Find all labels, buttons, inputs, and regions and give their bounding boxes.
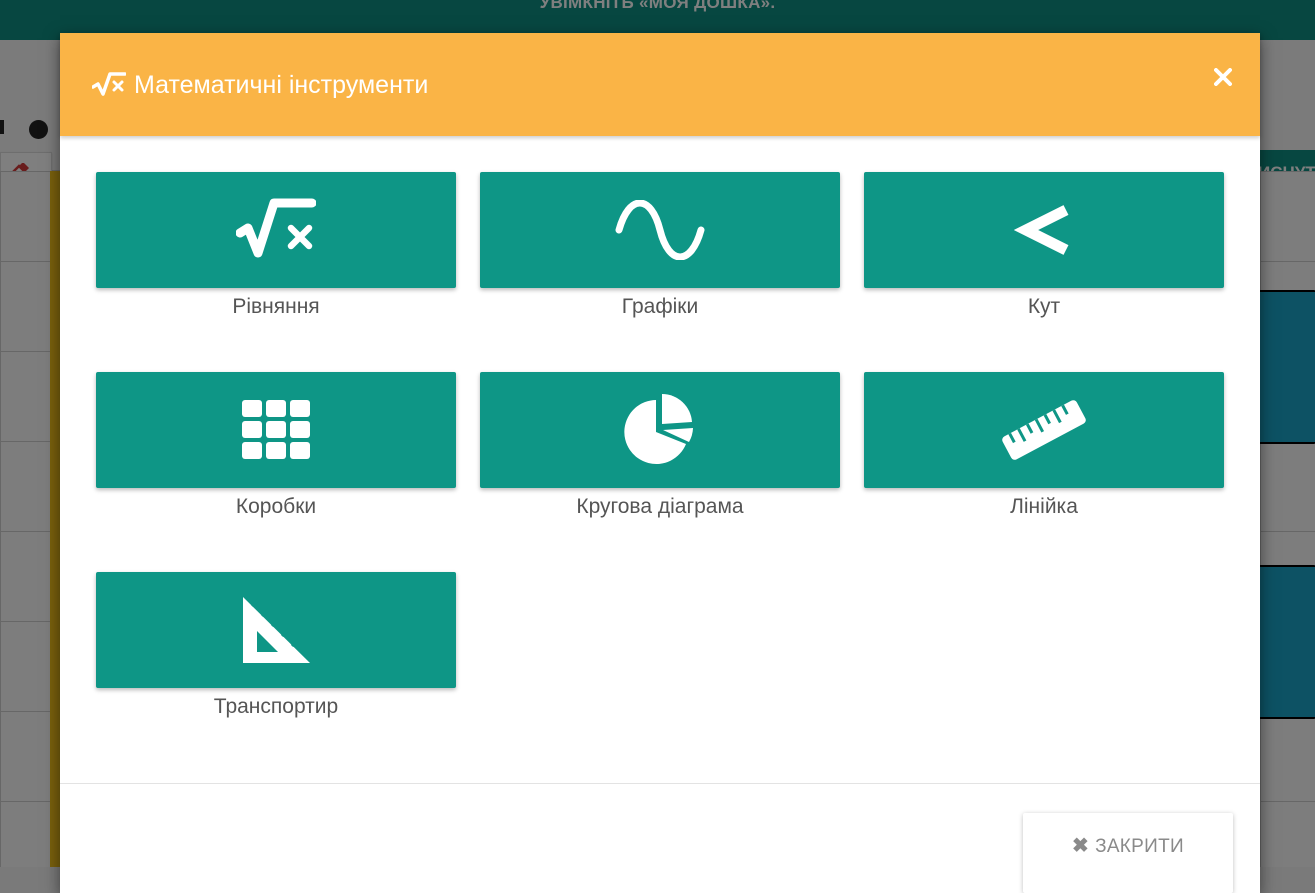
tool-angle-tile[interactable]	[864, 172, 1224, 288]
tool-label: Рівняння	[232, 295, 320, 318]
dialog-title-text: Математичні інструменти	[134, 70, 429, 99]
math-tools-dialog: Математичні інструменти Рівняння Графіки	[60, 33, 1260, 893]
tool-equation[interactable]: Рівняння	[96, 172, 456, 322]
sqrt-x-icon	[92, 72, 126, 98]
grid-icon	[242, 400, 310, 459]
tool-pie-chart[interactable]: Кругова діаграма	[480, 372, 840, 522]
pie-chart-icon	[624, 393, 693, 464]
tool-label: Кругова діаграма	[576, 495, 744, 518]
dialog-header: Математичні інструменти	[60, 33, 1260, 136]
set-square-icon	[243, 597, 310, 663]
sine-wave-icon	[615, 200, 705, 260]
tool-boxes-tile[interactable]	[96, 372, 456, 488]
tool-ruler[interactable]: Лінійка	[864, 372, 1224, 522]
dialog-title: Математичні інструменти	[92, 67, 428, 103]
tool-graphs[interactable]: Графіки	[480, 172, 840, 322]
tool-label: Графіки	[621, 295, 699, 318]
sqrt-x-icon	[236, 198, 316, 258]
close-button[interactable]: ✖ ЗАКРИТИ	[1023, 813, 1233, 893]
tool-label: Кут	[1027, 295, 1061, 318]
tool-equation-tile[interactable]	[96, 172, 456, 288]
ruler-icon	[1002, 400, 1086, 460]
tool-ruler-tile[interactable]	[864, 372, 1224, 488]
close-button-label: ЗАКРИТИ	[1095, 836, 1184, 857]
tool-graphs-tile[interactable]	[480, 172, 840, 288]
tool-boxes[interactable]: Коробки	[96, 372, 456, 522]
tool-label: Транспортир	[213, 695, 339, 718]
angle-icon	[1014, 205, 1069, 255]
x-icon: ✖	[1072, 835, 1090, 857]
tool-protractor-tile[interactable]	[96, 572, 456, 688]
tool-protractor[interactable]: Транспортир	[96, 572, 456, 722]
tool-label: Лінійка	[1010, 495, 1078, 518]
close-icon[interactable]	[1210, 64, 1236, 90]
footer-divider	[60, 783, 1260, 784]
tool-label: Коробки	[235, 495, 317, 518]
tool-angle[interactable]: Кут	[864, 172, 1224, 322]
tool-pie-chart-tile[interactable]	[480, 372, 840, 488]
